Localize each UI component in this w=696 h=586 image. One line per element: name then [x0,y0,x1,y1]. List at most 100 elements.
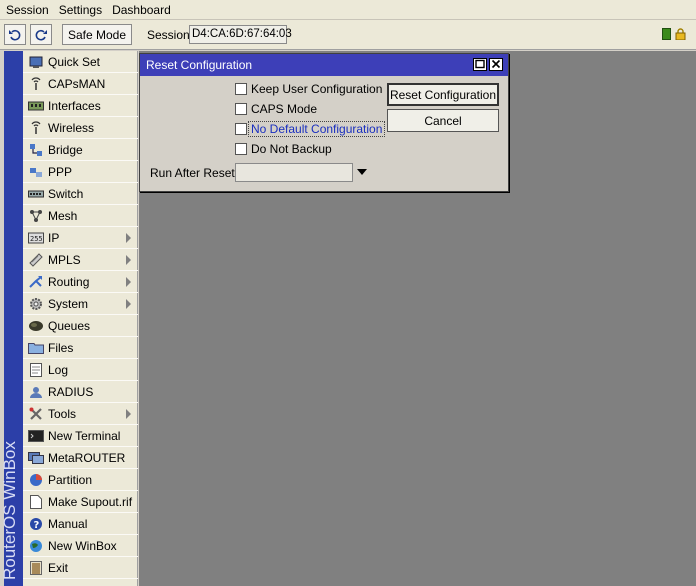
session-address-field[interactable]: D4:CA:6D:67:64:03 [189,25,292,44]
submenu-arrow-icon [126,233,131,243]
no-default-configuration-option[interactable]: No Default Configuration [235,121,386,137]
sidebar-item-mpls[interactable]: MPLS [23,249,138,271]
menu-bar: Session Settings Dashboard [0,0,696,20]
sidebar-item-label: New Terminal [48,428,121,443]
reset-configuration-dialog: Reset Configuration Keep User Configurat… [139,53,509,192]
sidebar-item-capsman[interactable]: CAPsMAN [23,73,138,95]
option-label: CAPS Mode [251,102,318,116]
connection-status-icon [662,28,671,40]
sidebar-item-manual[interactable]: ? Manual [23,513,138,535]
lock-icon [675,28,686,41]
sidebar-item-wireless[interactable]: Wireless [23,117,138,139]
sidebar-item-quick-set[interactable]: Quick Set [23,51,138,73]
maximize-button[interactable] [473,58,487,71]
sidebar-item-label: Files [48,340,74,355]
no-default-configuration-checkbox[interactable] [235,123,247,135]
submenu-arrow-icon [126,409,131,419]
mpls-icon [28,252,44,268]
mesh-icon [28,208,44,224]
sidebar-item-metarouter[interactable]: MetaROUTER [23,447,138,469]
sidebar-item-label: New WinBox [48,538,117,553]
dialog-title: Reset Configuration [146,58,253,72]
ppp-icon [28,164,44,180]
quick-set-icon [28,54,44,70]
folder-icon [28,340,44,356]
dialog-title-bar[interactable]: Reset Configuration [140,54,508,76]
sidebar-item-mesh[interactable]: Mesh [23,205,138,227]
terminal-icon [28,428,44,444]
sidebar-item-routing[interactable]: Routing [23,271,138,293]
redo-icon [35,29,47,41]
routing-icon [28,274,44,290]
sidebar-item-tools[interactable]: Tools [23,403,138,425]
exit-icon [28,560,44,576]
sidebar-item-system[interactable]: System [23,293,138,315]
option-label: Keep User Configuration [251,82,383,96]
sidebar-item-ip[interactable]: 255 IP [23,227,138,249]
sidebar-item-label: Exit [48,560,69,575]
brand-strip: RouterOS WinBox [0,51,23,586]
undo-button[interactable] [4,24,26,45]
close-button[interactable] [489,58,503,71]
keep-user-configuration-option[interactable]: Keep User Configuration [235,81,382,97]
sidebar-item-label: Quick Set [48,54,101,69]
redo-button[interactable] [30,24,52,45]
cancel-button[interactable]: Cancel [387,109,499,132]
system-gear-icon [28,296,44,312]
sidebar-item-exit[interactable]: Exit [23,557,138,579]
sidebar-item-label: Mesh [48,208,78,223]
toolbar: Safe Mode Session: D4:CA:6D:67:64:03 [0,20,696,50]
menu-settings[interactable]: Settings [53,0,106,20]
sidebar-item-label: RADIUS [48,384,94,399]
sidebar-item-label: Routing [48,274,90,289]
safe-mode-button[interactable]: Safe Mode [62,24,132,45]
session-label: Session: [147,28,194,42]
sidebar-item-files[interactable]: Files [23,337,138,359]
sidebar-item-log[interactable]: Log [23,359,138,381]
interfaces-icon [28,98,44,114]
caps-mode-checkbox[interactable] [235,103,247,115]
option-label: No Default Configuration [248,121,386,137]
sidebar-item-ppp[interactable]: PPP [23,161,138,183]
sidebar-item-radius[interactable]: RADIUS [23,381,138,403]
sidebar-item-switch[interactable]: Switch [23,183,138,205]
keep-user-configuration-checkbox[interactable] [235,83,247,95]
sidebar-item-label: MPLS [48,252,81,267]
manual-help-icon: ? [28,516,44,532]
sidebar-item-partition[interactable]: Partition [23,469,138,491]
queues-icon [28,318,44,334]
dropdown-arrow-icon[interactable] [357,169,367,175]
submenu-arrow-icon [126,277,131,287]
sidebar-item-label: MetaROUTER [48,450,126,465]
do-not-backup-checkbox[interactable] [235,143,247,155]
sidebar-item-make-supout[interactable]: Make Supout.rif [23,491,138,513]
run-after-reset-label: Run After Reset: [150,166,239,180]
log-icon [28,362,44,378]
submenu-arrow-icon [126,255,131,265]
menu-session[interactable]: Session [0,0,53,20]
sidebar-item-interfaces[interactable]: Interfaces [23,95,138,117]
do-not-backup-option[interactable]: Do Not Backup [235,141,332,157]
brand-text: RouterOS WinBox [0,441,19,580]
svg-text:255: 255 [30,235,43,243]
sidebar-item-new-winbox[interactable]: New WinBox [23,535,138,557]
sidebar-item-label: Bridge [48,142,83,157]
sidebar-item-label: CAPsMAN [48,76,106,91]
sidebar-item-queues[interactable]: Queues [23,315,138,337]
metarouter-icon [28,450,44,466]
sidebar-item-new-terminal[interactable]: New Terminal [23,425,138,447]
winbox-globe-icon [28,538,44,554]
sidebar-item-label: PPP [48,164,73,179]
tools-icon [28,406,44,422]
reset-configuration-button[interactable]: Reset Configuration [387,83,499,106]
run-after-reset-select[interactable] [235,163,353,182]
sidebar-item-bridge[interactable]: Bridge [23,139,138,161]
caps-mode-option[interactable]: CAPS Mode [235,101,317,117]
capsman-icon [28,76,44,92]
partition-icon [28,472,44,488]
svg-text:?: ? [34,520,40,531]
wireless-icon [28,120,44,136]
close-icon [491,59,501,69]
sidebar-item-label: Log [48,362,69,377]
menu-dashboard[interactable]: Dashboard [106,0,175,20]
